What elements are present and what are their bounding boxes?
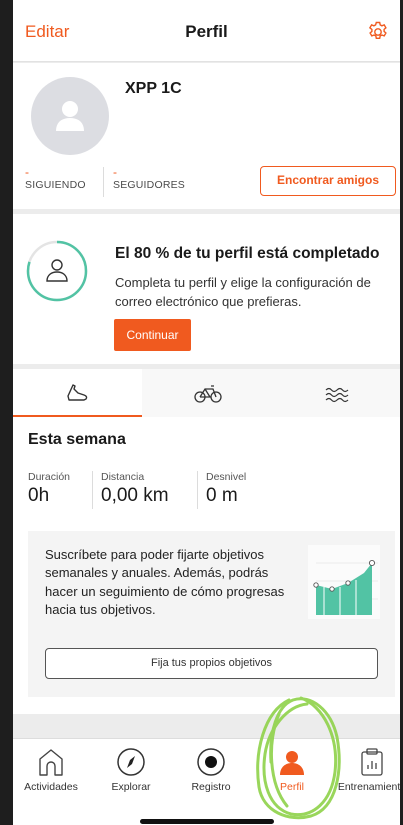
set-goals-button[interactable]: Fija tus propios objetivos bbox=[45, 648, 378, 679]
person-outline-icon bbox=[46, 259, 68, 282]
profile-icon bbox=[280, 751, 304, 775]
nav-explore[interactable]: Explorar bbox=[91, 739, 171, 799]
duration-metric: Duración 0h bbox=[28, 471, 70, 507]
profile-completion-card: El 80 % de tu perfil está completado Com… bbox=[13, 214, 400, 364]
nav-training-label: Entrenamiento bbox=[337, 781, 400, 793]
completion-description: Completa tu perfil y elige la configurac… bbox=[115, 275, 371, 309]
goals-card: Suscríbete para poder fijarte objetivos … bbox=[28, 531, 395, 697]
home-icon bbox=[39, 749, 63, 776]
tab-run[interactable] bbox=[13, 369, 142, 417]
compass-icon bbox=[117, 748, 145, 776]
avatar[interactable] bbox=[31, 77, 109, 155]
nav-activities[interactable]: Actividades bbox=[13, 739, 91, 799]
progress-ring bbox=[26, 240, 88, 302]
nav-record[interactable]: Registro bbox=[171, 739, 251, 799]
home-indicator bbox=[140, 819, 274, 824]
elevation-metric: Desnivel 0 m bbox=[206, 471, 246, 507]
followers-label: SEGUIDORES bbox=[113, 179, 186, 191]
completion-headline: El 80 % de tu perfil está completado bbox=[115, 245, 380, 262]
stat-divider bbox=[103, 167, 104, 197]
followers-count: - bbox=[113, 165, 117, 179]
username: XPP 1C bbox=[125, 80, 182, 97]
nav-training[interactable]: Entrenamiento bbox=[332, 739, 400, 799]
distance-metric: Distancia 0,00 km bbox=[101, 471, 169, 507]
tab-swim[interactable] bbox=[271, 369, 400, 417]
record-icon bbox=[197, 748, 225, 776]
tab-ride[interactable] bbox=[142, 369, 271, 417]
bike-icon bbox=[194, 385, 222, 403]
find-friends-button[interactable]: Encontrar amigos bbox=[260, 166, 396, 196]
goals-text: Suscríbete para poder fijarte objetivos … bbox=[45, 547, 285, 617]
week-title: Esta semana bbox=[28, 431, 126, 448]
elevation-label: Desnivel bbox=[206, 471, 247, 483]
profile-header: XPP 1C - SIGUIENDO - SEGUIDORES Encontra… bbox=[13, 63, 400, 209]
clipboard-chart-icon bbox=[361, 748, 383, 776]
following-stat[interactable]: - SIGUIENDO bbox=[25, 165, 86, 191]
stats-section: Esta semana Duración 0h Distancia 0,00 k… bbox=[13, 369, 400, 714]
continue-button[interactable]: Continuar bbox=[114, 319, 191, 351]
page-title: Perfil bbox=[185, 22, 228, 41]
shoe-icon bbox=[67, 384, 88, 401]
swim-icon bbox=[325, 387, 349, 403]
person-icon bbox=[56, 101, 84, 131]
bottom-nav: Actividades Explorar Registro Perfil Ent… bbox=[13, 738, 400, 825]
following-count: - bbox=[25, 165, 29, 179]
phone-screen: Editar Perfil XPP 1C - SIGUIENDO - SEGUI… bbox=[13, 0, 400, 825]
elevation-value: 0 m bbox=[206, 485, 238, 506]
metric-divider bbox=[197, 471, 198, 509]
nav-profile[interactable]: Perfil bbox=[252, 739, 332, 799]
progress-graph-icon bbox=[308, 545, 380, 619]
distance-value: 0,00 km bbox=[101, 485, 169, 506]
metric-divider bbox=[92, 471, 93, 509]
sport-tabs bbox=[13, 369, 400, 417]
following-label: SIGUIENDO bbox=[25, 179, 86, 191]
duration-value: 0h bbox=[28, 485, 50, 506]
gear-icon[interactable] bbox=[366, 20, 390, 44]
followers-stat[interactable]: - SEGUIDORES bbox=[113, 165, 186, 191]
top-bar: Editar Perfil bbox=[13, 0, 400, 62]
duration-label: Duración bbox=[28, 471, 71, 483]
distance-label: Distancia bbox=[101, 471, 145, 483]
